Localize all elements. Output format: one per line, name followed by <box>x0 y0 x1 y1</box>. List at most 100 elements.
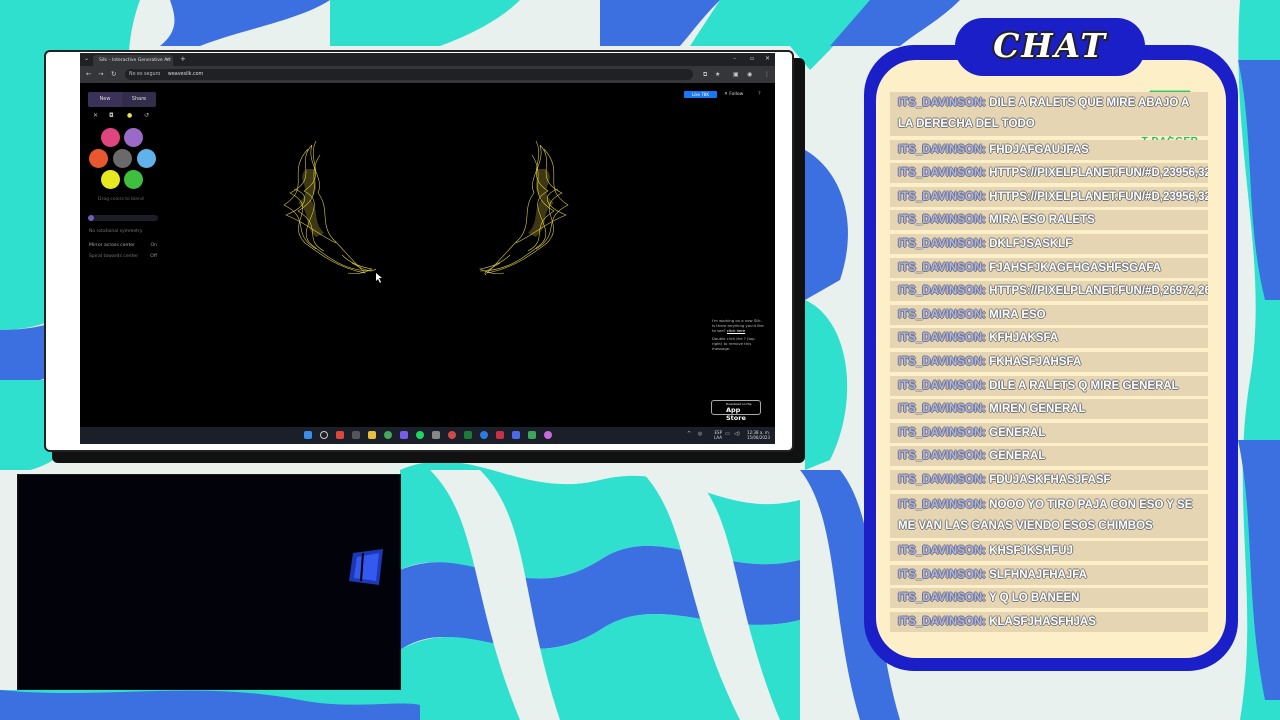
swatch-pink[interactable] <box>101 128 120 147</box>
undo-icon[interactable]: ↺ <box>144 112 149 120</box>
chat-message: ITS_DAVINSON: HTTPS://PIXELPLANET.FUN/#D… <box>890 281 1208 302</box>
app-icon[interactable] <box>400 431 408 439</box>
chat-text: KHSFJKSHFUJ <box>985 545 1073 558</box>
search-icon[interactable] <box>320 431 328 439</box>
chat-message: ITS_DAVINSON: GENERAL <box>890 422 1208 443</box>
swatch-gray[interactable] <box>113 149 132 168</box>
chat-title: CHAT <box>993 26 1107 65</box>
maximize-icon[interactable]: ▫ <box>750 54 754 64</box>
edge-icon[interactable] <box>480 431 488 439</box>
new-button[interactable]: New <box>88 92 122 107</box>
app4-icon[interactable] <box>528 431 536 439</box>
chat-username: ITS_DAVINSON: <box>898 308 986 321</box>
chat-username: ITS_DAVINSON: <box>898 592 986 605</box>
silk-artwork[interactable] <box>80 83 775 427</box>
browser-menu-icon[interactable]: ⋮ <box>764 69 770 80</box>
browser-tab[interactable]: Silk – Interactive Generative Art ✕ <box>93 55 173 66</box>
notice-link[interactable]: click here <box>727 328 745 333</box>
close-window-icon[interactable]: ✕ <box>765 54 770 64</box>
chat-text: GENERAL <box>985 450 1046 463</box>
date: 15/06/2023 <box>746 435 770 440</box>
clear-icon[interactable]: ✕ <box>93 112 98 120</box>
reload-icon[interactable]: ↻ <box>111 69 116 80</box>
silk-page[interactable]: New Share ✕ ◘ ● ↺ Drag colors to blend N… <box>80 83 775 427</box>
chat-text: HTTPS://PIXELPLANET.FUN/#D,23956,32338,-… <box>989 190 1208 203</box>
taskview-icon[interactable] <box>352 431 360 439</box>
chat-message: ITS_DAVINSON: DILE A RALETS QUE MIRE ABA… <box>890 92 1208 136</box>
chat-username: ITS_DAVINSON: <box>898 355 986 368</box>
language-indicator[interactable]: ESP LAA <box>708 430 722 440</box>
profile-icon[interactable]: ◉ <box>747 69 752 80</box>
swatch-blue[interactable] <box>137 149 156 168</box>
clock[interactable]: 12:38 a. m. 15/06/2023 <box>740 430 770 440</box>
tab-menu-icon[interactable]: ⌄ <box>84 54 89 64</box>
new-tab-icon[interactable]: + <box>180 55 186 64</box>
bookmark-star-icon[interactable]: ★ <box>715 69 720 80</box>
spotify-icon[interactable] <box>416 431 424 439</box>
security-label[interactable]: No es seguro <box>129 72 160 77</box>
follow-button[interactable]: ✕ Follow <box>724 91 743 98</box>
forward-icon[interactable]: → <box>98 69 103 80</box>
back-icon[interactable]: ← <box>86 69 91 80</box>
slider-knob[interactable] <box>88 215 94 221</box>
start-icon[interactable] <box>304 431 312 439</box>
option-mirror[interactable]: Mirror across center On <box>89 243 157 248</box>
swatch-yellow[interactable] <box>101 170 120 189</box>
chat-message: ITS_DAVINSON: MIREN GENERAL <box>890 399 1208 420</box>
network-icon[interactable]: ▭ <box>725 431 730 437</box>
chat-message: ITS_DAVINSON: NOOO YO TIRO PAJA CON ESO … <box>890 493 1208 538</box>
swatch-orange[interactable] <box>89 149 108 168</box>
chat-username: ITS_DAVINSON: <box>898 143 986 156</box>
brave-icon[interactable] <box>336 431 344 439</box>
app2-icon[interactable] <box>496 431 504 439</box>
translate-icon[interactable]: ⧉ <box>703 69 707 80</box>
help-button[interactable]: ? <box>758 91 761 98</box>
option-value[interactable]: On <box>150 243 157 248</box>
chat-username: ITS_DAVINSON: <box>898 167 986 180</box>
tray-icon[interactable]: ◎ <box>698 431 702 437</box>
url-field[interactable]: No es seguro weavesilk.com <box>125 69 693 80</box>
color-dot-icon[interactable]: ● <box>127 112 132 120</box>
camera-icon[interactable]: ◘ <box>109 112 114 120</box>
opera-icon[interactable] <box>448 431 456 439</box>
explorer-icon[interactable] <box>368 431 376 439</box>
chrome-icon[interactable] <box>384 431 392 439</box>
tab-bar: ⌄ Silk – Interactive Generative Art ✕ + … <box>80 53 775 66</box>
extensions-icon[interactable]: ▣ <box>733 69 739 80</box>
app3-icon[interactable] <box>512 431 520 439</box>
chat-text: KFHJAKSFA <box>985 332 1059 345</box>
swatch-green[interactable] <box>124 170 143 189</box>
excel-icon[interactable] <box>464 431 472 439</box>
app-store-badge[interactable]: Download on the App Store <box>711 400 761 422</box>
chat-message: ITS_DAVINSON: DILE A RALETS Q MIRE GENER… <box>890 375 1208 396</box>
chat-message: ITS_DAVINSON: Y Q LO BANEEN <box>890 588 1208 609</box>
app5-icon[interactable] <box>544 431 552 439</box>
swatch-purple[interactable] <box>124 128 143 147</box>
chat-username: ITS_DAVINSON: <box>898 190 986 203</box>
option-spiral[interactable]: Spiral towards center Off <box>89 254 157 259</box>
facebook-like-button[interactable]: Like 78K <box>684 91 717 98</box>
minimize-icon[interactable]: – <box>733 54 736 64</box>
chat-username: ITS_DAVINSON: <box>898 214 986 227</box>
symmetry-slider[interactable] <box>88 215 158 221</box>
chat-username: ITS_DAVINSON: <box>898 426 986 439</box>
chat-text: FKHASFJAHSFA <box>985 355 1082 368</box>
chat-text: HTTPS://PIXELPLANET.FUN/#D,23956,32338,-… <box>989 167 1208 180</box>
chat-text: Y Q LO BANEEN <box>985 592 1080 605</box>
notice-hint: Double click the ? (top right) to remove… <box>712 336 755 351</box>
follow-label: Follow <box>729 92 744 97</box>
chat-text: MIRA ESO <box>985 308 1046 321</box>
option-value[interactable]: Off <box>150 254 157 259</box>
volume-icon[interactable]: ◁) <box>734 431 740 437</box>
tab-close-icon[interactable]: ✕ <box>166 55 170 66</box>
address-bar: ← → ↻ No es seguro weavesilk.com ⧉ ★ ▣ ◉… <box>80 66 775 83</box>
settings-icon[interactable] <box>432 431 440 439</box>
tray-chevron-icon[interactable]: ^ <box>687 431 691 437</box>
chat-message: ITS_DAVINSON: KFHJAKSFA <box>890 328 1208 349</box>
webcam-light-source <box>349 549 383 585</box>
browser-window: ⌄ Silk – Interactive Generative Art ✕ + … <box>80 53 775 444</box>
chat-message: ITS_DAVINSON: GENERAL <box>890 446 1208 467</box>
share-button[interactable]: Share <box>122 92 156 107</box>
chat-message: ITS_DAVINSON: HTTPS://PIXELPLANET.FUN/#D… <box>890 186 1208 207</box>
chat-text: FDUJASKFHASJFASF <box>985 473 1111 486</box>
